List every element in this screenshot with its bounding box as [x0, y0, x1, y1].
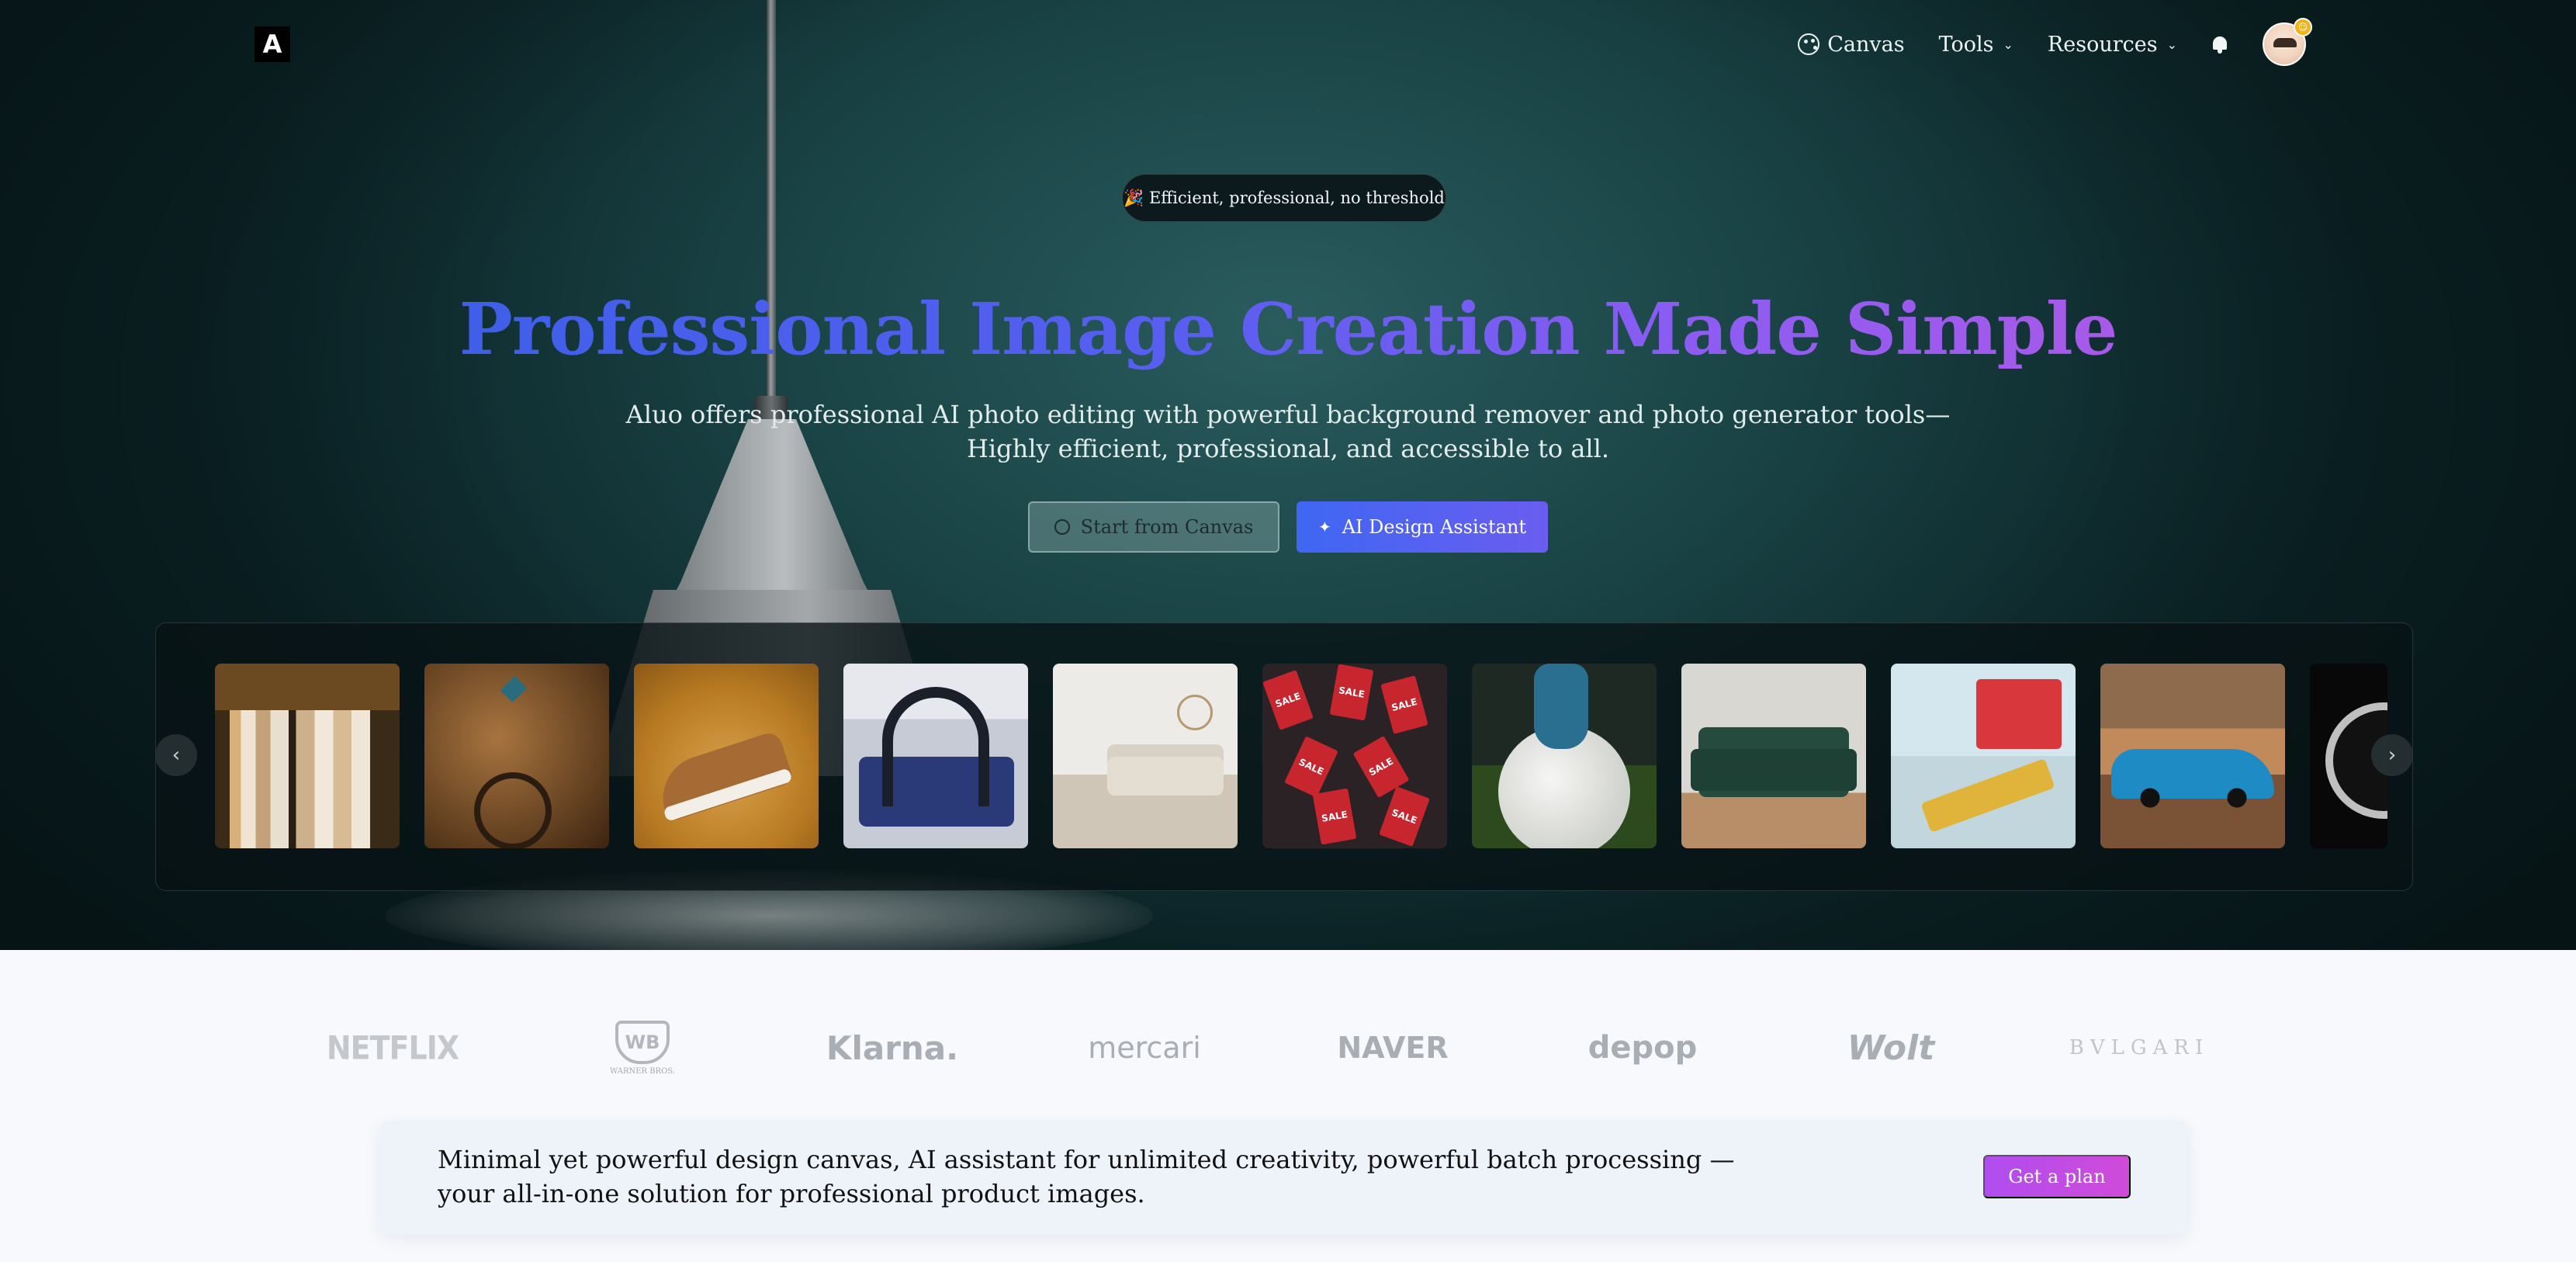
- hero-subtitle-line: Aluo offers professional AI photo editin…: [625, 400, 1951, 429]
- wb-caption: WARNER BROS.: [609, 1066, 676, 1076]
- netflix-logo: NETFLIX: [326, 1028, 459, 1067]
- carousel-next-button[interactable]: ›: [2371, 734, 2413, 776]
- nav-item-label: Resources: [2047, 32, 2158, 57]
- nav-item-tools[interactable]: Tools ⌄: [1939, 33, 2013, 57]
- hero-subtitle-line: Highly efficient, professional, and acce…: [966, 434, 1610, 463]
- chevron-right-icon: ›: [2387, 744, 2397, 767]
- naver-logo: NAVER: [1337, 1031, 1449, 1065]
- bvlgari-logo: BVLGARI: [2069, 1036, 2210, 1059]
- sale-tag: SALE: [1284, 736, 1338, 798]
- carousel-item-necklace[interactable]: [424, 664, 609, 848]
- sale-tag: SALE: [1380, 675, 1428, 734]
- sparkle-icon: ✦: [1317, 518, 1331, 536]
- showcase-carousel: SALE SALE SALE SALE SALE SALE SALE: [155, 622, 2413, 891]
- cta-row: Start from Canvas ✦ AI Design Assistant: [0, 501, 2576, 553]
- carousel-prev-button[interactable]: ‹: [155, 734, 197, 776]
- sale-tag: SALE: [1379, 786, 1430, 847]
- carousel-item-living-room[interactable]: [1053, 664, 1238, 848]
- carousel-item-headphones[interactable]: [843, 664, 1028, 848]
- start-from-canvas-button[interactable]: Start from Canvas: [1028, 501, 1279, 553]
- carousel-item-sale-tags[interactable]: SALE SALE SALE SALE SALE SALE SALE: [1262, 664, 1447, 848]
- notifications-button[interactable]: [2211, 35, 2228, 54]
- hero-headline: Professional Image Creation Made Simple: [0, 287, 2576, 371]
- carousel-item-clothing-rack[interactable]: [215, 664, 400, 848]
- sale-tag: SALE: [1312, 788, 1357, 845]
- chevron-down-icon: ⌄: [2166, 36, 2177, 52]
- promo-text: Minimal yet powerful design canvas, AI a…: [438, 1145, 1735, 1208]
- carousel-item-blue-car[interactable]: [2100, 664, 2285, 848]
- carousel-item-sneaker[interactable]: [634, 664, 819, 848]
- hero-section: A Canvas Tools ⌄ Resources ⌄ ☺ 🎉 Efficie…: [0, 0, 2576, 950]
- carousel-item-soccer-ball[interactable]: [1472, 664, 1657, 848]
- brand-logos-strip: NETFLIX WB WARNER BROS. Klarna. mercari …: [0, 1017, 2576, 1079]
- chevron-left-icon: ‹: [171, 744, 181, 767]
- nav-item-label: Tools: [1938, 32, 1994, 57]
- nav-menu: Canvas Tools ⌄ Resources ⌄ ☺: [1798, 18, 2312, 68]
- nav-item-canvas[interactable]: Canvas: [1798, 32, 1905, 57]
- top-navigation: A Canvas Tools ⌄ Resources ⌄ ☺: [0, 0, 2576, 93]
- carousel-item-toy-train[interactable]: [1891, 664, 2076, 848]
- palette-icon: [1054, 519, 1070, 535]
- get-a-plan-button[interactable]: Get a plan: [1983, 1155, 2131, 1198]
- promo-banner: Minimal yet powerful design canvas, AI a…: [380, 1121, 2188, 1234]
- brand-logo[interactable]: A: [254, 26, 290, 62]
- bell-icon: [2211, 35, 2228, 54]
- button-label: Start from Canvas: [1080, 516, 1254, 538]
- wb-shield-icon: WB: [615, 1020, 670, 1064]
- warner-bros-logo: WB WARNER BROS.: [605, 1017, 680, 1079]
- nav-item-label: Canvas: [1827, 32, 1905, 57]
- ai-design-assistant-button[interactable]: ✦ AI Design Assistant: [1297, 501, 1548, 553]
- hero-headline-text: Professional Image Creation Made Simple: [459, 287, 2118, 371]
- button-label: AI Design Assistant: [1342, 516, 1527, 538]
- carousel-track: SALE SALE SALE SALE SALE SALE SALE: [215, 664, 2387, 848]
- mercari-logo: mercari: [1088, 1031, 1201, 1065]
- hero-subtitle: Aluo offers professional AI photo editin…: [0, 397, 2576, 466]
- depop-logo: depop: [1587, 1030, 1698, 1066]
- nav-item-resources[interactable]: Resources ⌄: [2048, 33, 2177, 57]
- sale-tag: SALE: [1262, 670, 1314, 730]
- user-avatar[interactable]: ☺: [2263, 18, 2312, 66]
- chevron-down-icon: ⌄: [2003, 36, 2013, 52]
- tagline-pill: 🎉 Efficient, professional, no threshold: [1122, 174, 1446, 222]
- carousel-item-green-sofa[interactable]: [1681, 664, 1866, 848]
- wolt-logo: Wolt: [1847, 1028, 1935, 1068]
- sale-tag: SALE: [1329, 664, 1374, 721]
- palette-icon: [1798, 33, 1820, 55]
- avatar-badge-icon: ☺: [2294, 18, 2312, 36]
- klarna-logo: Klarna.: [826, 1028, 959, 1067]
